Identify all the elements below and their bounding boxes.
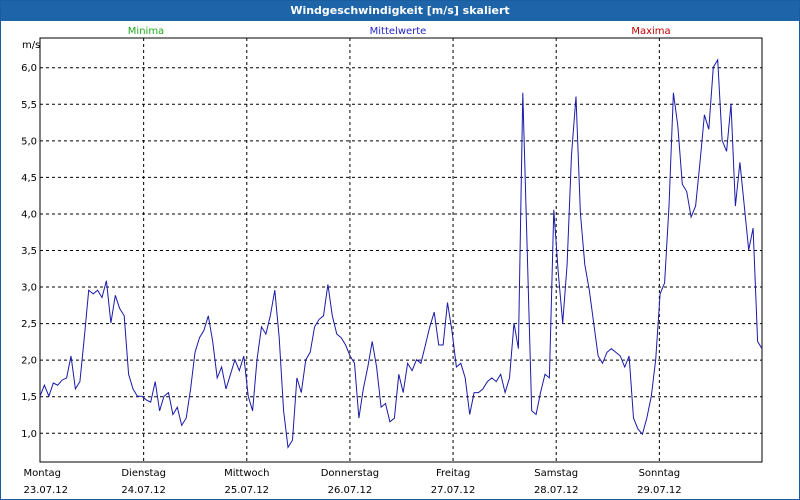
x-tick-date: 23.07.12	[24, 485, 69, 496]
x-tick-day: Donnerstag	[321, 468, 379, 479]
y-tick-label: 3,5	[21, 246, 37, 257]
legend-minima: Minima	[128, 26, 164, 37]
legend-maxima: Maxima	[631, 26, 670, 37]
x-tick-day: Mittwoch	[224, 468, 269, 479]
y-axis-ticks: 1,0 1,5 2,0 2,5 3,0 3,5 4,0 4,5 5,0 5,5 6,0	[21, 63, 37, 440]
x-tick-day: Sonntag	[639, 468, 681, 479]
x-tick-date: 28.07.12	[534, 485, 579, 496]
series	[39, 58, 763, 449]
x-tick-day: Dienstag	[121, 468, 166, 479]
x-tick-day: Montag	[24, 468, 61, 479]
y-tick-label: 5,0	[21, 136, 37, 147]
y-tick-label: 2,5	[21, 319, 37, 330]
grid	[40, 38, 762, 462]
legend-mittelwerte: Mittelwerte	[370, 26, 427, 37]
x-tick-day: Samstag	[534, 468, 578, 479]
x-tick-date: 25.07.12	[225, 485, 270, 496]
line-chart: 1,0 1,5 2,0 2,5 3,0 3,5 4,0 4,5 5,0 5,5 6,0 Montag…	[21, 26, 763, 496]
y-tick-label: 6,0	[21, 63, 37, 74]
y-tick-label: 2,0	[21, 356, 37, 367]
x-tick-date: 29.07.12	[637, 485, 682, 496]
legend: Minima Mittelwerte Maxima	[128, 26, 671, 37]
y-tick-label: 5,5	[21, 100, 37, 111]
y-tick-label: 1,5	[21, 392, 37, 403]
y-tick-label: 1,0	[21, 429, 37, 440]
x-tick-date: 27.07.12	[431, 485, 476, 496]
y-tick-label: 4,5	[21, 173, 37, 184]
x-tick-date: 24.07.12	[121, 485, 166, 496]
x-axis-ticks: Montag 23.07.12 Dienstag 24.07.12 Mittwoch 25…	[24, 468, 682, 496]
y-tick-label: 3,0	[21, 283, 37, 294]
x-tick-date: 26.07.12	[328, 485, 373, 496]
x-tick-day: Freitag	[436, 468, 470, 479]
series-line-mittelwerte	[39, 58, 763, 449]
y-tick-label: 4,0	[21, 209, 37, 220]
y-axis-unit-label: m/s	[22, 40, 40, 51]
